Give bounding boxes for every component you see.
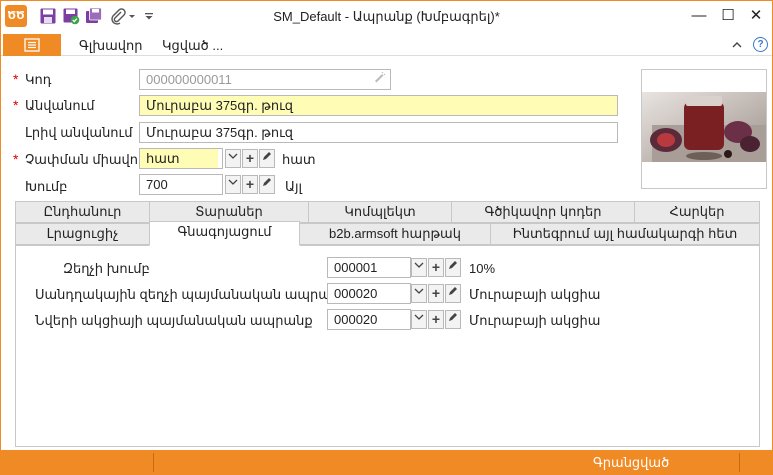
tab-pricing[interactable]: Գնագոյացում bbox=[149, 221, 300, 246]
gift-promo-add-icon[interactable]: + bbox=[428, 310, 444, 329]
name-field[interactable]: Մուրաբա 375գր. թուզ bbox=[139, 95, 618, 116]
scale-discount-display: Մուրաբայի ակցիա bbox=[469, 287, 601, 302]
required-mark: * bbox=[13, 97, 19, 113]
name-label: Անվանում bbox=[25, 98, 95, 113]
discount-group-field[interactable]: 000001 bbox=[327, 257, 411, 278]
menu-main[interactable]: Գլխավոր bbox=[79, 38, 142, 54]
help-icon[interactable]: ? bbox=[753, 37, 768, 52]
scale-discount-edit-icon[interactable] bbox=[445, 284, 461, 303]
required-mark: * bbox=[13, 71, 19, 87]
unit-display: հատ bbox=[282, 152, 316, 167]
unit-label: Չափման միավոր bbox=[25, 152, 147, 167]
gift-promo-label: Նվերի ակցիայի պայմանական ապրանք bbox=[35, 313, 313, 328]
scale-discount-dropdown-icon[interactable] bbox=[411, 284, 427, 303]
tab-additional[interactable]: Լրացուցիչ bbox=[15, 223, 150, 245]
tab-barcodes[interactable]: Գծիկավոր կոդեր bbox=[451, 201, 635, 223]
status-separator bbox=[153, 453, 154, 472]
tab-integration[interactable]: Ինտեգրում այլ համակարգի հետ bbox=[490, 223, 760, 245]
unit-dropdown-icon[interactable] bbox=[225, 149, 241, 168]
discount-group-display: 10% bbox=[469, 261, 496, 276]
chevron-up-icon[interactable] bbox=[730, 38, 744, 52]
status-separator bbox=[739, 453, 740, 472]
required-mark: * bbox=[13, 151, 19, 167]
gift-promo-display: Մուրաբայի ակցիա bbox=[469, 313, 601, 328]
unit-add-icon[interactable]: + bbox=[242, 149, 258, 168]
menu-attached[interactable]: Կցված ... bbox=[162, 38, 223, 54]
group-field[interactable]: 700 bbox=[139, 174, 223, 195]
window-title: SM_Default - Ապրանք (Խմբագրել)* bbox=[273, 9, 500, 24]
code-edit-icon[interactable] bbox=[371, 70, 387, 89]
close-button[interactable]: ✕ bbox=[744, 5, 768, 27]
status-text: Գրանցված bbox=[593, 455, 670, 470]
unit-value: հատ bbox=[140, 149, 218, 168]
product-edit-window: ԾԾ SM_Default - Ապրանք (Խմբագրել)* — ☐ ✕… bbox=[0, 0, 773, 475]
discount-group-label: Զեղչի խումբ bbox=[63, 261, 150, 276]
group-add-icon[interactable]: + bbox=[242, 175, 258, 194]
file-menu-button[interactable] bbox=[3, 34, 61, 56]
maximize-button[interactable]: ☐ bbox=[716, 5, 740, 27]
code-label: Կոդ bbox=[25, 72, 52, 87]
product-image[interactable] bbox=[641, 69, 767, 189]
scale-discount-add-icon[interactable]: + bbox=[428, 284, 444, 303]
gift-promo-field[interactable]: 000020 bbox=[327, 309, 411, 330]
discount-group-edit-icon[interactable] bbox=[445, 258, 461, 277]
tab-b2b[interactable]: b2b.armsoft հարթակ bbox=[299, 223, 491, 245]
tab-kit[interactable]: Կոմպլեկտ bbox=[308, 201, 452, 223]
unit-field[interactable]: հատ bbox=[139, 148, 223, 169]
code-field[interactable]: 000000000011 bbox=[139, 69, 391, 90]
unit-edit-icon[interactable] bbox=[259, 149, 275, 168]
title-bar: ԾԾ SM_Default - Ապրանք (Խմբագրել)* — ☐ ✕ bbox=[1, 1, 772, 33]
gift-promo-edit-icon[interactable] bbox=[445, 310, 461, 329]
product-photo bbox=[642, 92, 767, 162]
tab-containers[interactable]: Տարաներ bbox=[149, 201, 309, 223]
gift-promo-dropdown-icon[interactable] bbox=[411, 310, 427, 329]
group-edit-icon[interactable] bbox=[259, 175, 275, 194]
status-bar: Գրանցված bbox=[1, 450, 772, 475]
group-label: Խումբ bbox=[25, 179, 68, 194]
full-name-field[interactable]: Մուրաբա 375գր. թուզ bbox=[139, 122, 618, 143]
scale-discount-field[interactable]: 000020 bbox=[327, 283, 411, 304]
group-display: Այլ bbox=[285, 179, 303, 194]
menu-bar: Գլխավոր Կցված ... ? bbox=[1, 34, 772, 56]
discount-group-dropdown-icon[interactable] bbox=[411, 258, 427, 277]
scale-discount-label: Սանդղակային զեղչի պայմանական ապրանք bbox=[35, 287, 348, 302]
minimize-button[interactable]: — bbox=[687, 5, 711, 27]
group-dropdown-icon[interactable] bbox=[225, 175, 241, 194]
tab-taxes[interactable]: Հարկեր bbox=[634, 201, 760, 223]
discount-group-add-icon[interactable]: + bbox=[428, 258, 444, 277]
tab-general[interactable]: Ընդհանուր bbox=[15, 201, 150, 223]
full-name-label: Լրիվ անվանում bbox=[25, 125, 133, 140]
menu-list-icon bbox=[24, 38, 40, 52]
